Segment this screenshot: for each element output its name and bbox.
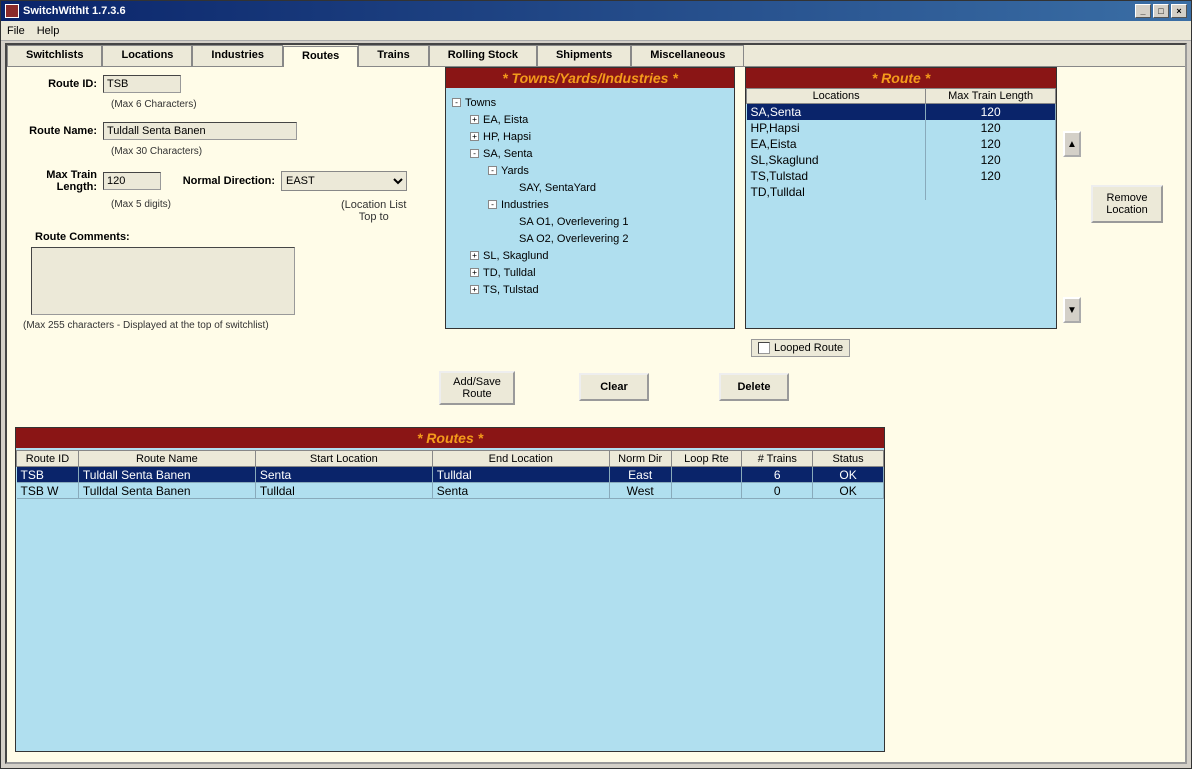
route-name-hint: (Max 30 Characters) <box>111 146 435 157</box>
tab-shipments[interactable]: Shipments <box>537 45 631 66</box>
tree-root[interactable]: Towns <box>465 97 496 109</box>
titlebar: SwitchWithIt 1.7.3.6 _ □ × <box>1 1 1191 21</box>
tree-item[interactable]: Yards <box>501 165 529 177</box>
tree-toggle-icon[interactable]: + <box>470 251 479 260</box>
tree-toggle-icon[interactable]: + <box>470 285 479 294</box>
routes-list-panel: * Routes * Route IDRoute NameStart Locat… <box>15 427 885 752</box>
route-panel: * Route * LocationsMax Train LengthSA,Se… <box>745 67 1057 329</box>
tree-toggle-icon[interactable]: - <box>488 166 497 175</box>
tree-toggle-icon[interactable]: - <box>452 98 461 107</box>
routes-col: Status <box>813 451 884 467</box>
route-row[interactable]: TD,Tulldal <box>747 184 1056 200</box>
tree-toggle-icon[interactable]: + <box>470 268 479 277</box>
move-up-button[interactable]: ▲ <box>1063 131 1081 157</box>
route-row[interactable]: HP,Hapsi120 <box>747 120 1056 136</box>
route-panel-title: * Route * <box>746 68 1056 88</box>
tree-item[interactable]: SAY, SentaYard <box>519 182 596 194</box>
tree-item[interactable]: SL, Skaglund <box>483 250 548 262</box>
delete-button[interactable]: Delete <box>719 373 789 401</box>
tree-item[interactable]: HP, Hapsi <box>483 131 531 143</box>
routes-col: Route ID <box>17 451 79 467</box>
close-button[interactable]: × <box>1171 4 1187 18</box>
remove-location-button[interactable]: Remove Location <box>1091 185 1163 223</box>
normal-dir-label: Normal Direction: <box>161 175 281 187</box>
tree-item[interactable]: SA O2, Overlevering 2 <box>519 233 628 245</box>
move-down-button[interactable]: ▼ <box>1063 297 1081 323</box>
tree-item[interactable]: Industries <box>501 199 549 211</box>
tree-item[interactable]: SA O1, Overlevering 1 <box>519 216 628 228</box>
max-train-input[interactable] <box>103 172 161 190</box>
routes-col: Norm Dir <box>609 451 671 467</box>
menubar: File Help <box>1 21 1191 41</box>
app-icon <box>5 4 19 18</box>
normal-dir-hint1: (Location List <box>341 199 406 211</box>
looped-route-checkbox[interactable] <box>758 342 770 354</box>
tree-item[interactable]: SA, Senta <box>483 148 533 160</box>
comments-textarea[interactable] <box>31 247 295 315</box>
max-train-hint: (Max 5 digits) <box>111 199 231 223</box>
route-row[interactable]: SA,Senta120 <box>747 104 1056 120</box>
maximize-button[interactable]: □ <box>1153 4 1169 18</box>
comments-hint: (Max 255 characters - Displayed at the t… <box>23 320 435 331</box>
normal-dir-select[interactable]: EAST <box>281 171 407 191</box>
tabs: Switchlists Locations Industries Routes … <box>7 45 1185 67</box>
route-col-maxlen: Max Train Length <box>926 89 1056 104</box>
tree-panel: * Towns/Yards/Industries * -Towns+EA, Ei… <box>445 67 735 329</box>
routes-col: Start Location <box>255 451 432 467</box>
window-title: SwitchWithIt 1.7.3.6 <box>23 5 1135 17</box>
tree-item[interactable]: EA, Eista <box>483 114 528 126</box>
tree-toggle-icon[interactable]: + <box>470 115 479 124</box>
routes-col: Route Name <box>78 451 255 467</box>
routes-list-title: * Routes * <box>16 428 884 448</box>
add-save-button[interactable]: Add/Save Route <box>439 371 515 405</box>
tab-miscellaneous[interactable]: Miscellaneous <box>631 45 744 66</box>
menu-file[interactable]: File <box>7 25 25 37</box>
tree-item[interactable]: TS, Tulstad <box>483 284 539 296</box>
tab-locations[interactable]: Locations <box>102 45 192 66</box>
tree-toggle-icon[interactable]: - <box>488 200 497 209</box>
menu-help[interactable]: Help <box>37 25 60 37</box>
routes-row[interactable]: TSBTuldall Senta BanenSentaTulldalEast6O… <box>17 467 884 483</box>
tab-trains[interactable]: Trains <box>358 45 428 66</box>
route-row[interactable]: TS,Tulstad120 <box>747 168 1056 184</box>
route-id-hint: (Max 6 Characters) <box>111 99 435 110</box>
tree-toggle-icon[interactable]: - <box>470 149 479 158</box>
tree-title: * Towns/Yards/Industries * <box>446 68 734 88</box>
routes-row[interactable]: TSB WTulldal Senta BanenTulldalSentaWest… <box>17 483 884 499</box>
route-name-label: Route Name: <box>15 125 103 137</box>
tab-industries[interactable]: Industries <box>192 45 283 66</box>
minimize-button[interactable]: _ <box>1135 4 1151 18</box>
tree-toggle-icon[interactable]: + <box>470 132 479 141</box>
routes-col: Loop Rte <box>671 451 742 467</box>
tab-routes[interactable]: Routes <box>283 46 358 67</box>
normal-dir-hint2: Top to <box>341 211 406 223</box>
looped-route-label: Looped Route <box>774 342 843 354</box>
route-row[interactable]: SL,Skaglund120 <box>747 152 1056 168</box>
route-id-label: Route ID: <box>15 78 103 90</box>
tab-switchlists[interactable]: Switchlists <box>7 45 102 66</box>
routes-col: End Location <box>432 451 609 467</box>
comments-label: Route Comments: <box>35 231 435 243</box>
route-id-input[interactable] <box>103 75 181 93</box>
max-train-label: Max Train Length: <box>15 169 103 193</box>
tree-item[interactable]: TD, Tulldal <box>483 267 536 279</box>
route-name-input[interactable] <box>103 122 297 140</box>
looped-route-container: Looped Route <box>751 339 850 357</box>
routes-col: # Trains <box>742 451 813 467</box>
route-row[interactable]: EA,Eista120 <box>747 136 1056 152</box>
clear-button[interactable]: Clear <box>579 373 649 401</box>
tab-rolling-stock[interactable]: Rolling Stock <box>429 45 537 66</box>
route-col-locations: Locations <box>747 89 926 104</box>
